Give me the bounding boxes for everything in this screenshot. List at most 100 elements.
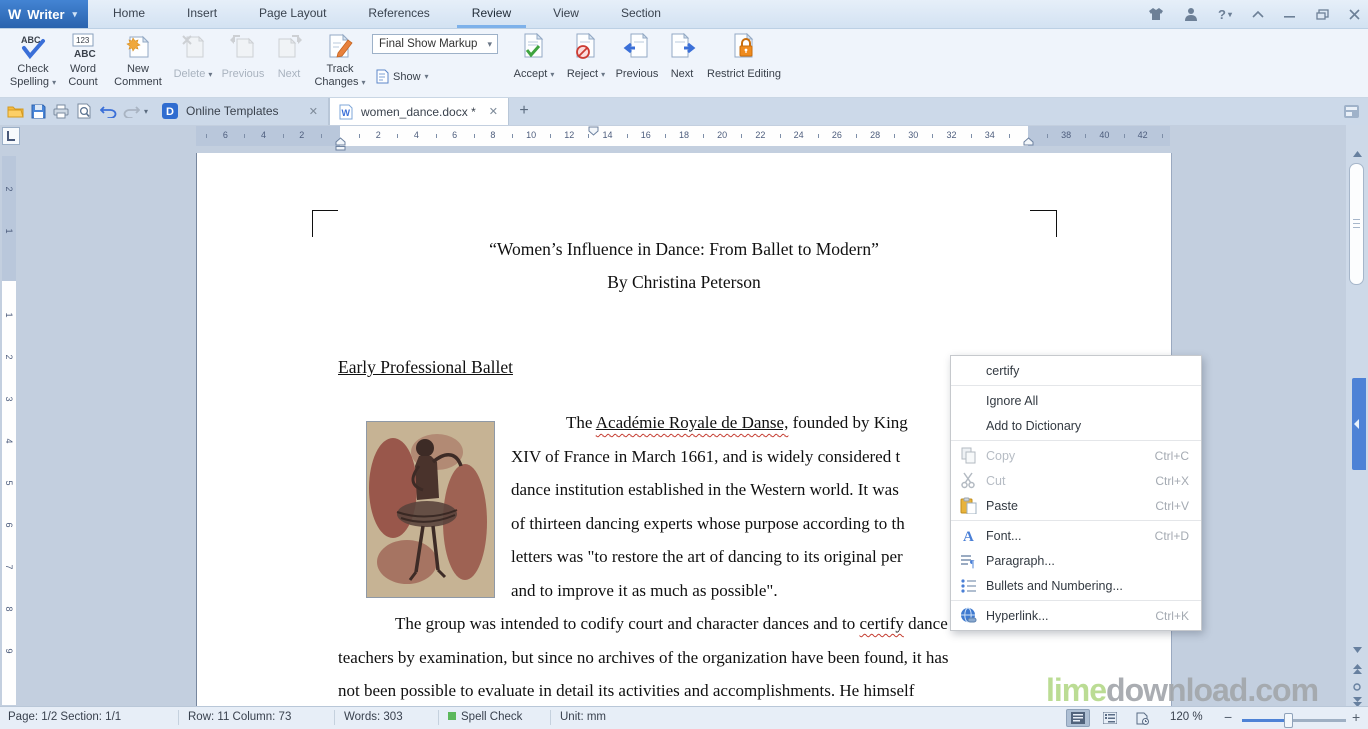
zoom-out-button[interactable]: − — [1224, 707, 1232, 728]
ruler-number: 42 — [1137, 130, 1148, 140]
ruler-number: 30 — [908, 130, 919, 140]
markup-view-dropdown[interactable]: Final Show Markup ▾ — [372, 34, 498, 54]
ruler-tick — [817, 134, 819, 138]
tab-section[interactable]: Section — [600, 0, 682, 28]
ruler-tick — [1161, 134, 1163, 138]
ruler-number: 4 — [413, 130, 419, 140]
next-change-button[interactable]: Next — [664, 30, 700, 94]
text-line: The group was intended to codify court a… — [395, 614, 948, 633]
tab-online-templates[interactable]: D Online Templates ✕ — [152, 97, 329, 125]
app-menu-button[interactable]: W Writer ▾ — [0, 0, 88, 28]
menu-item-add-to-dictionary[interactable]: Add to Dictionary — [951, 413, 1201, 438]
sidebar-pull-tab[interactable] — [1352, 378, 1366, 470]
restore-button[interactable] — [1316, 8, 1329, 20]
minimize-button[interactable] — [1284, 9, 1296, 19]
title-bar: W Writer ▾ Home Insert Page Layout Refer… — [0, 0, 1368, 29]
app-name: Writer — [27, 6, 65, 22]
tab-review[interactable]: Review — [451, 0, 532, 28]
tab-home[interactable]: Home — [92, 0, 166, 28]
close-tab-icon[interactable]: ✕ — [479, 105, 508, 118]
reject-button[interactable]: Reject ▾ — [562, 30, 610, 94]
workspace-panel-icon[interactable] — [1342, 102, 1360, 120]
quick-access-caret-icon[interactable]: ▾ — [140, 102, 152, 120]
cut-icon — [960, 472, 977, 489]
ruler-number: 8 — [490, 130, 496, 140]
select-browse-object-button[interactable] — [1346, 680, 1368, 694]
show-markup-button[interactable]: Show ▾ — [376, 69, 429, 84]
menu-item-paragraph[interactable]: ¶ Paragraph... — [951, 548, 1201, 573]
save-icon[interactable] — [29, 102, 47, 120]
misspelled-word[interactable]: certify — [860, 614, 904, 633]
menu-item-suggestion-certify[interactable]: certify — [951, 358, 1201, 383]
hyperlink-icon — [960, 607, 977, 624]
ruler-tick — [397, 134, 399, 138]
crop-mark — [1056, 210, 1057, 237]
skin-icon[interactable] — [1148, 7, 1164, 21]
vertical-ruler[interactable]: 2 1 1 2 3 4 5 6 7 8 9 — [2, 156, 16, 705]
svg-text:ABC: ABC — [74, 49, 96, 60]
open-file-icon[interactable] — [6, 102, 24, 120]
text-line: The Académie Royale de Danse, founded by… — [566, 413, 908, 432]
scroll-up-button[interactable] — [1346, 147, 1368, 161]
previous-comment-button: Previous — [218, 30, 268, 94]
document-tab-bar: ▾ D Online Templates ✕ W women_dance.doc… — [0, 97, 1368, 125]
text-line: dance institution established in the Wes… — [511, 480, 899, 499]
print-preview-icon[interactable] — [75, 102, 93, 120]
crop-mark — [312, 210, 338, 211]
right-indent-marker[interactable] — [1023, 137, 1034, 146]
track-changes-icon — [312, 33, 368, 63]
tab-view[interactable]: View — [532, 0, 600, 28]
fullscreen-view-button[interactable] — [1130, 709, 1154, 727]
zoom-in-button[interactable]: + — [1352, 707, 1360, 728]
word-count-indicator[interactable]: Words: 303 — [344, 707, 403, 728]
tab-page-layout[interactable]: Page Layout — [238, 0, 347, 28]
account-icon[interactable] — [1184, 7, 1198, 21]
accept-button[interactable]: Accept ▾ — [510, 30, 558, 94]
menu-item-bullets-numbering[interactable]: Bullets and Numbering... — [951, 573, 1201, 598]
undo-icon[interactable] — [99, 102, 117, 120]
tab-references[interactable]: References — [347, 0, 450, 28]
menu-item-font[interactable]: A Font... Ctrl+D — [951, 523, 1201, 548]
word-count-button[interactable]: 123 ABC Word Count — [60, 30, 106, 94]
menu-item-hyperlink[interactable]: Hyperlink... Ctrl+K — [951, 603, 1201, 628]
delete-comment-icon — [170, 33, 216, 63]
help-button[interactable]: ? ▾ — [1218, 7, 1232, 22]
restrict-editing-button[interactable]: Restrict Editing — [702, 30, 786, 94]
scrollbar-thumb[interactable] — [1349, 163, 1364, 285]
track-changes-button[interactable]: Track Changes ▾ — [312, 30, 368, 94]
new-comment-button[interactable]: New Comment — [110, 30, 166, 94]
ballet-dancer-image[interactable] — [366, 421, 495, 598]
outline-view-button[interactable] — [1098, 709, 1122, 727]
misspelled-link-text[interactable]: Académie Royale de Danse, — [596, 413, 789, 432]
collapse-ribbon-icon[interactable] — [1252, 10, 1264, 18]
menu-item-paste[interactable]: Paste Ctrl+V — [951, 493, 1201, 518]
word-count-icon: 123 ABC — [60, 33, 106, 63]
previous-change-button[interactable]: Previous — [612, 30, 662, 94]
scroll-down-button[interactable] — [1346, 643, 1368, 657]
close-button[interactable] — [1349, 8, 1360, 20]
close-tab-icon[interactable]: ✕ — [299, 105, 328, 118]
check-spelling-button[interactable]: ABC Check Spelling ▾ — [6, 30, 60, 94]
menu-item-ignore-all[interactable]: Ignore All — [951, 388, 1201, 413]
tab-women-dance-docx[interactable]: W women_dance.docx * ✕ — [329, 97, 509, 125]
print-icon[interactable] — [52, 102, 70, 120]
tab-stop-selector[interactable] — [2, 127, 20, 145]
spell-check-indicator[interactable]: Spell Check — [448, 707, 522, 728]
tab-insert[interactable]: Insert — [166, 0, 238, 28]
ruler-number: 8 — [4, 606, 14, 612]
page-indicator: Page: 1/2 Section: 1/1 — [8, 711, 122, 723]
text-line: and to improve it as much as possible". — [511, 580, 778, 600]
page-view-button[interactable] — [1066, 709, 1090, 727]
zoom-slider-handle[interactable] — [1284, 713, 1293, 728]
document-title: “Women’s Influence in Dance: From Ballet… — [489, 239, 879, 259]
zoom-slider-track[interactable] — [1242, 719, 1346, 722]
menu-item-cut: Cut Ctrl+X — [951, 468, 1201, 493]
svg-text:¶: ¶ — [970, 559, 975, 569]
previous-change-icon — [612, 33, 662, 63]
previous-page-button[interactable] — [1346, 662, 1368, 676]
new-tab-button[interactable]: + — [514, 101, 534, 121]
hanging-indent-marker[interactable] — [335, 137, 346, 151]
first-line-indent-marker[interactable] — [588, 126, 599, 136]
horizontal-ruler[interactable]: 6 4 2 2 4 6 8 10 12 14 16 18 20 22 24 26 28 30 32 34 38 40 42 — [196, 126, 1170, 151]
doc-file-icon: W — [339, 104, 353, 119]
